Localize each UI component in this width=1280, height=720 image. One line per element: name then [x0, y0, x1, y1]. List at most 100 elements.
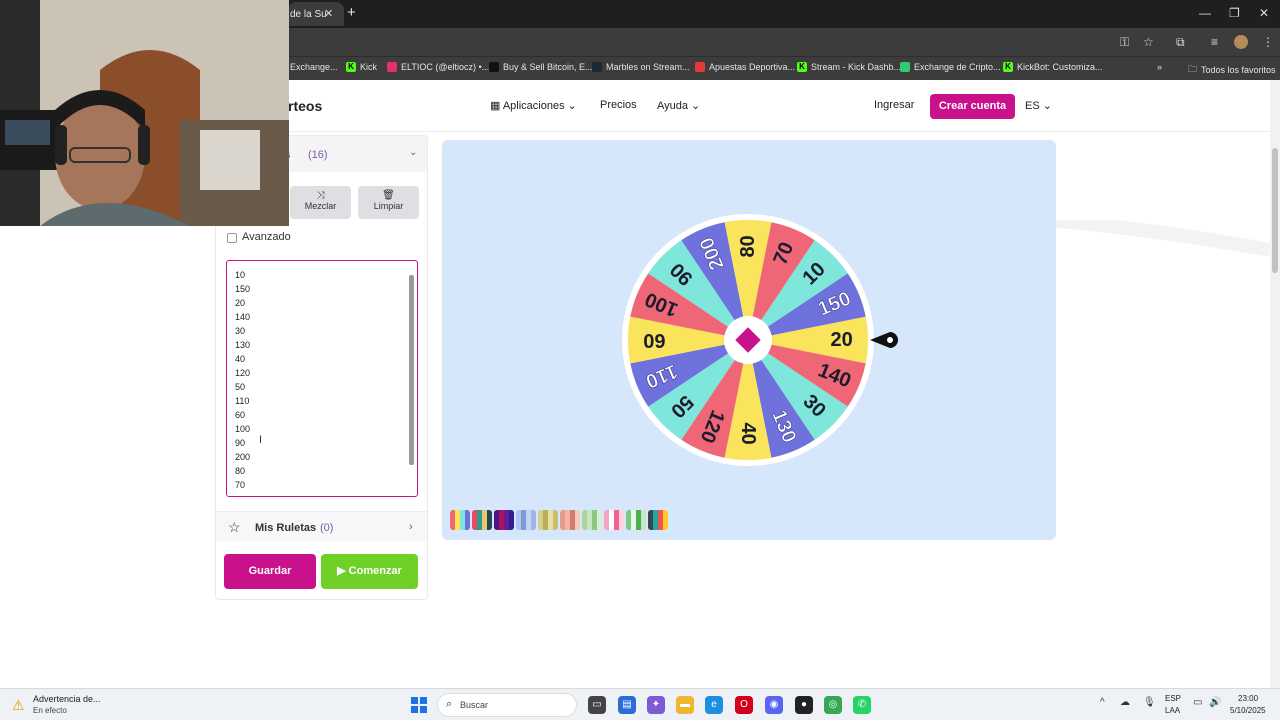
chevron-down-icon: ⌄	[409, 147, 418, 158]
nav-help-label: Ayuda	[657, 100, 688, 112]
shuffle-button[interactable]: ⤨ Mezclar	[290, 186, 351, 219]
nav-apps-label: Aplicaciones	[502, 100, 565, 112]
save-button[interactable]: Guardar	[224, 554, 316, 589]
bookmarks-overflow-icon[interactable]: »	[1157, 62, 1162, 72]
palette-swatch[interactable]	[472, 510, 492, 530]
volume-icon[interactable]: 🔊	[1209, 697, 1221, 708]
new-tab-icon[interactable]: +	[347, 4, 356, 21]
entry-line: 20	[235, 298, 246, 308]
tray-chevron-up-icon[interactable]: ^	[1100, 697, 1105, 708]
advanced-checkbox[interactable]	[227, 233, 237, 243]
task-view-icon[interactable]: ▭	[588, 696, 606, 714]
wheel-segment-label: 40	[737, 422, 759, 444]
entry-line: 30	[235, 326, 246, 336]
warning-icon[interactable]: ⚠	[12, 697, 25, 714]
onedrive-icon[interactable]: ☁	[1120, 697, 1130, 708]
bookmark-item[interactable]: K Kick	[346, 62, 377, 72]
bookmark-label: Stream - Kick Dashb...	[811, 62, 902, 72]
my-wheels-row[interactable]: ☆ Mis Ruletas (0) ›	[216, 511, 427, 541]
login-link[interactable]: Ingresar	[874, 99, 914, 111]
bookmark-item[interactable]: K Stream - Kick Dashb...	[797, 62, 901, 72]
bookmark-label: ELTIOC (@eltiocz) •...	[401, 62, 490, 72]
bet-icon	[695, 62, 705, 72]
clear-button[interactable]: 🗑 Limpiar	[358, 186, 419, 219]
all-bookmarks-label: Todos los favoritos	[1201, 65, 1276, 75]
search-icon: ⌕	[446, 698, 453, 710]
instagram-icon	[387, 62, 397, 72]
all-bookmarks[interactable]: 🗀 Todos los favoritos	[1188, 62, 1276, 78]
profile-avatar[interactable]	[1234, 35, 1248, 49]
nav-apps[interactable]: ▦ Aplicaciones ⌄	[490, 99, 577, 112]
language-selector[interactable]: ES ⌄	[1025, 99, 1052, 112]
taskbar-search-placeholder: Buscar	[460, 700, 489, 710]
media-icon[interactable]: ≡	[1211, 35, 1218, 49]
bookmark-star-icon[interactable]: ☆	[1143, 35, 1154, 49]
bookmark-item[interactable]: Apuestas Deportiva...	[695, 62, 795, 72]
page-scrollbar[interactable]	[1270, 80, 1280, 688]
file-explorer-icon[interactable]: ▬	[676, 696, 694, 714]
edge-icon[interactable]: e	[705, 696, 723, 714]
entry-line: 140	[235, 312, 251, 322]
site-logo[interactable]: rteos	[288, 98, 322, 114]
minimize-icon[interactable]: —	[1199, 6, 1211, 20]
palette-swatch[interactable]	[626, 510, 646, 530]
kick-icon: K	[346, 62, 356, 72]
language-label: ES	[1025, 100, 1040, 112]
discord-icon[interactable]: ◉	[765, 696, 783, 714]
browser-tab-active[interactable]: de la Su	[288, 2, 344, 26]
opera-icon[interactable]: O	[735, 696, 753, 714]
decorative-curve	[1050, 220, 1270, 257]
entries-textarea[interactable]: 10 150 20 140 30 130 40 120 50 110 60 100 90 200 80 70 …	[226, 260, 418, 497]
warning-title[interactable]: Advertencia de...	[33, 694, 101, 704]
palette-swatch[interactable]	[494, 510, 514, 530]
palette-swatch[interactable]	[560, 510, 580, 530]
chevron-down-icon: ⌄	[564, 100, 577, 112]
palette-swatch[interactable]	[450, 510, 470, 530]
entries-count: (16)	[308, 149, 328, 161]
palette-swatch[interactable]	[648, 510, 668, 530]
wheel-segment-label: 60	[643, 329, 665, 351]
tab-close-icon[interactable]: ✕	[324, 7, 333, 20]
bookmark-item[interactable]: Marbles on Stream...	[592, 62, 690, 72]
palette-swatch[interactable]	[582, 510, 602, 530]
input-language[interactable]: ESP	[1165, 694, 1181, 703]
extensions-icon[interactable]: ⧉	[1176, 35, 1185, 50]
restore-icon[interactable]: ❐	[1229, 6, 1240, 20]
bookmark-item[interactable]: ELTIOC (@eltiocz) •...	[387, 62, 489, 72]
entries-list: 10 150 20 140 30 130 40 120 50 110 60 100 90 200 80 70	[235, 268, 250, 492]
palette-swatch[interactable]	[516, 510, 536, 530]
app-icon[interactable]: ●	[795, 696, 813, 714]
nav-pricing[interactable]: Precios	[600, 99, 637, 111]
nav-help[interactable]: Ayuda ⌄	[657, 99, 700, 112]
clock-time[interactable]: 23:00	[1238, 694, 1258, 703]
entry-line: 130	[235, 340, 251, 350]
bookmark-item[interactable]: Exchange...	[290, 62, 338, 72]
text-cursor-icon: I	[259, 434, 263, 446]
spin-wheel[interactable]: 201403013040120501106010090200 80 7010150	[620, 212, 900, 492]
page-scroll-thumb[interactable]	[1272, 148, 1278, 273]
menu-kebab-icon[interactable]: ⋮	[1262, 35, 1274, 49]
copilot-icon[interactable]: ✦	[647, 696, 665, 714]
entries-scrollbar[interactable]	[409, 265, 414, 491]
bookmark-item[interactable]: Exchange de Cripto...	[900, 62, 1001, 72]
palette-swatch[interactable]	[538, 510, 558, 530]
entry-line: 10	[235, 270, 246, 280]
window-close-icon[interactable]: ✕	[1259, 6, 1269, 20]
signup-button[interactable]: Crear cuenta	[930, 94, 1015, 119]
windows-start-icon[interactable]	[411, 697, 427, 713]
bookmark-item[interactable]: Buy & Sell Bitcoin, E...	[489, 62, 593, 72]
store-icon[interactable]: ▤	[618, 696, 636, 714]
whatsapp-icon[interactable]: ✆	[853, 696, 871, 714]
palette-swatch[interactable]	[604, 510, 624, 530]
kickbot-icon: K	[1003, 62, 1013, 72]
network-icon[interactable]: ▭	[1193, 697, 1202, 708]
password-key-icon[interactable]: ⚿	[1120, 35, 1129, 50]
chrome-icon[interactable]: ◎	[824, 696, 842, 714]
bookmark-item[interactable]: K KickBot: Customiza...	[1003, 62, 1103, 72]
entries-scroll-thumb[interactable]	[409, 275, 414, 465]
microphone-icon[interactable]: 🎙	[1143, 697, 1156, 708]
taskbar-search[interactable]: ⌕ Buscar	[437, 693, 577, 717]
start-button[interactable]: ▶ Comenzar	[321, 554, 418, 589]
entry-line: 200	[235, 452, 251, 462]
color-palette	[450, 510, 668, 532]
